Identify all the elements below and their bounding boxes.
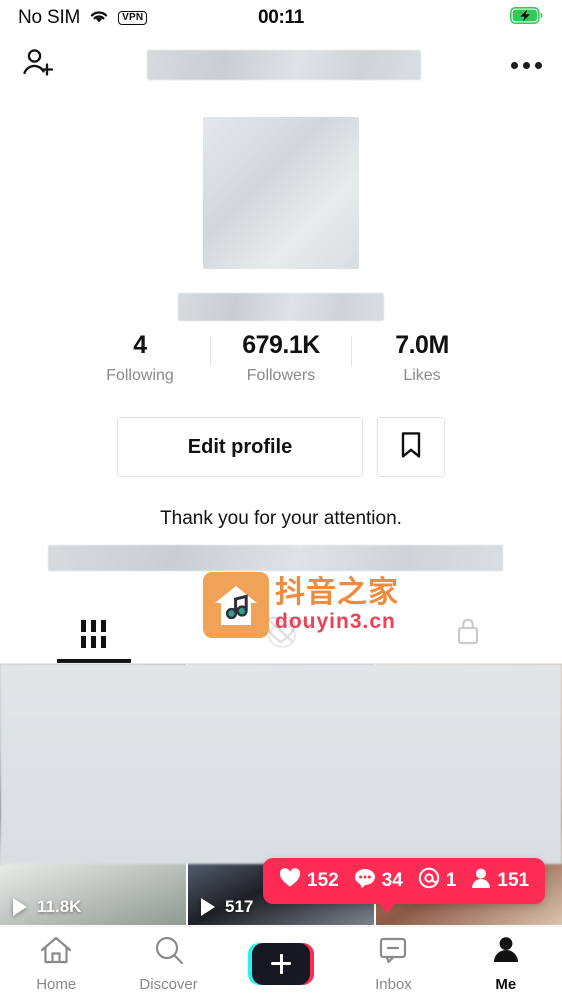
toast-likes: 152	[279, 868, 339, 894]
video-view-count-wrap: 11.8K	[10, 896, 81, 917]
stat-following[interactable]: 4 Following	[78, 331, 202, 385]
nav-label-inbox: Inbox	[375, 975, 412, 993]
likes-count: 7.0M	[395, 331, 449, 359]
wifi-icon	[88, 8, 110, 29]
profile-identity	[0, 117, 562, 321]
battery-charging-icon	[510, 7, 544, 29]
bookmark-button[interactable]	[377, 417, 445, 477]
following-count: 4	[133, 331, 147, 359]
video-view-count-wrap: 517	[198, 896, 253, 917]
add-person-icon[interactable]	[20, 45, 56, 86]
bio-link-redacted-bar	[48, 545, 503, 571]
following-label: Following	[106, 366, 174, 384]
edit-profile-button[interactable]: Edit profile	[117, 417, 363, 477]
profile-actions: Edit profile	[0, 417, 562, 477]
heart-icon	[279, 868, 301, 894]
profile-top-bar	[0, 36, 562, 94]
nav-item-inbox[interactable]: Inbox	[337, 935, 449, 993]
tab-videos[interactable]	[0, 604, 187, 663]
handle-redacted-bar	[178, 293, 384, 321]
tiktok-profile-screen: No SIM VPN 00:11 4 Following 679.1K Foll…	[0, 0, 562, 1000]
inbox-icon	[378, 935, 408, 970]
play-icon	[10, 896, 30, 917]
tab-private[interactable]	[375, 604, 562, 663]
bottom-nav: Home Discover Inbox Me	[0, 926, 562, 1000]
nav-item-home[interactable]: Home	[0, 935, 112, 993]
status-bar: No SIM VPN 00:11	[0, 0, 562, 36]
stat-likes[interactable]: 7.0M Likes	[360, 331, 484, 385]
play-icon	[198, 896, 218, 917]
stat-divider	[210, 336, 211, 366]
carrier-label: No SIM	[18, 7, 81, 28]
video-view-count: 517	[225, 896, 254, 916]
vpn-badge: VPN	[118, 10, 148, 26]
search-icon	[153, 935, 185, 970]
clock-label: 00:11	[257, 7, 305, 28]
bookmark-icon	[399, 431, 423, 464]
toast-comments: 34	[354, 868, 403, 894]
nav-item-me[interactable]: Me	[450, 935, 562, 993]
followers-count: 679.1K	[242, 331, 320, 359]
nav-item-discover[interactable]: Discover	[112, 935, 224, 993]
profile-stats: 4 Following 679.1K Followers 7.0M Likes	[0, 331, 562, 385]
video-view-count: 11.8K	[37, 896, 82, 916]
toast-followers: 151	[471, 867, 529, 895]
toast-followers-count: 151	[497, 870, 530, 891]
toast-mentions-count: 1	[445, 870, 457, 891]
nav-item-create[interactable]	[225, 942, 337, 985]
stat-followers[interactable]: 679.1K Followers	[219, 331, 343, 385]
follower-icon	[471, 867, 491, 895]
more-options-icon[interactable]	[511, 61, 542, 69]
person-icon	[491, 935, 521, 970]
nav-label-home: Home	[36, 975, 77, 993]
toast-comments-count: 34	[381, 870, 403, 891]
stat-divider	[351, 336, 352, 366]
likes-label: Likes	[403, 366, 441, 384]
profile-bio: Thank you for your attention.	[160, 508, 402, 529]
toast-likes-count: 152	[307, 870, 339, 891]
home-icon	[40, 935, 72, 970]
comment-icon	[354, 868, 376, 894]
create-plus-icon	[248, 942, 315, 985]
username-redacted-bar	[146, 50, 421, 80]
toast-tail	[378, 902, 396, 913]
toast-mentions: 1	[418, 867, 457, 895]
grid-icon	[81, 619, 107, 648]
nav-label-discover: Discover	[139, 975, 198, 993]
lock-icon	[454, 616, 482, 651]
avatar[interactable]	[203, 117, 359, 269]
mention-icon	[418, 867, 440, 895]
grid-blur-overlay	[0, 664, 562, 864]
status-bar-left: No SIM VPN	[18, 7, 148, 29]
notification-toast[interactable]: 152 34 1 151	[263, 858, 546, 904]
tab-active-indicator	[56, 659, 131, 663]
watermark-ghost-icon	[262, 614, 308, 654]
status-bar-right	[510, 7, 544, 29]
followers-label: Followers	[246, 366, 316, 384]
nav-label-me: Me	[495, 975, 517, 993]
